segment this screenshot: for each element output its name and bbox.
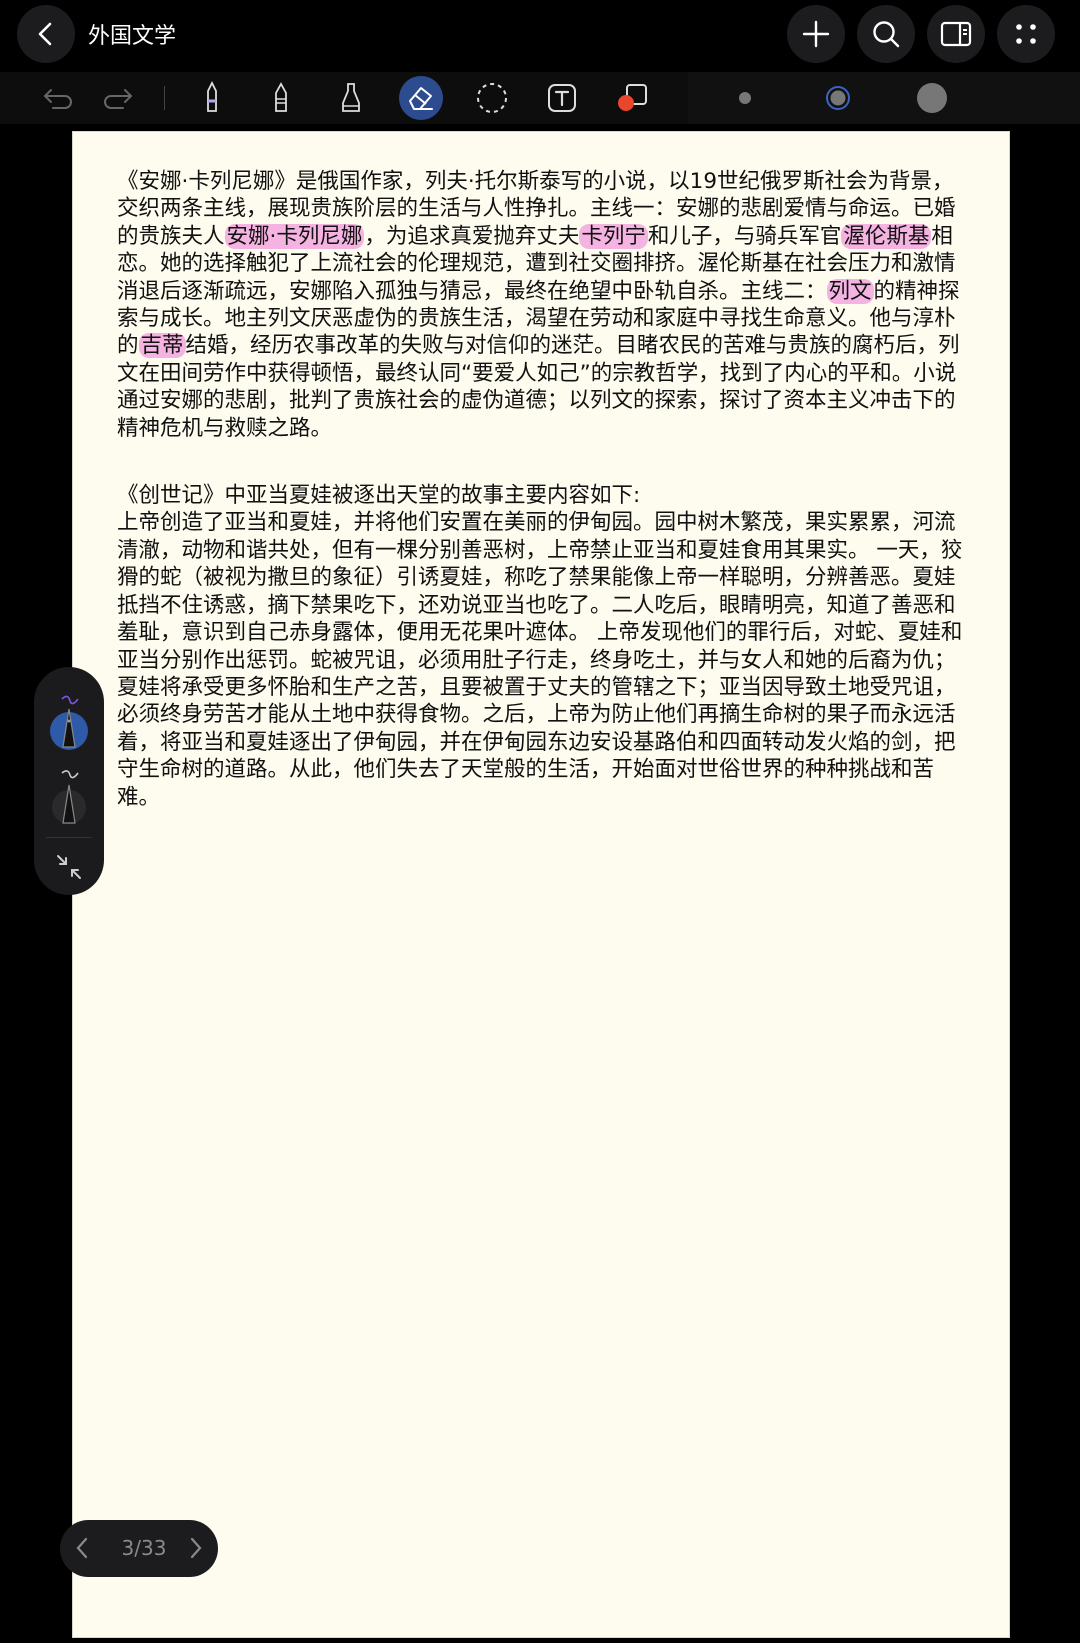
prev-page-button[interactable] (70, 1532, 94, 1564)
text-run: 结婚，经历农事改革的失败与对信仰的迷茫。目睹农民的苦难与贵族的腐朽后，列文在田间… (117, 333, 960, 441)
text-box-tool[interactable] (540, 76, 584, 120)
fountain-pen-tool[interactable] (190, 76, 234, 120)
chevron-left-icon (38, 22, 52, 46)
paragraph-anna-karenina: 《安娜·卡列尼娜》是俄国作家，列夫·托尔斯泰写的小说，以19世纪俄罗斯社会为背景… (117, 168, 969, 442)
collapse-icon (57, 855, 81, 879)
add-button[interactable] (787, 5, 845, 63)
toolbar-divider (164, 86, 165, 110)
highlight-kitty: 吉蒂 (138, 333, 186, 359)
notebook-title: 外国文学 (88, 24, 177, 49)
plus-icon (802, 20, 830, 48)
back-button[interactable] (17, 5, 75, 63)
text-box-icon (548, 84, 576, 112)
stroke-size-large[interactable] (910, 76, 954, 120)
highlight-levin: 列文 (826, 278, 874, 304)
text-run: 和儿子，与骑兵军官 (647, 223, 842, 249)
sidebar-toggle-button[interactable] (927, 5, 985, 63)
pen-quick-dock (34, 667, 104, 895)
redo-icon (104, 89, 132, 109)
text-run: ，为追求真爱抛弃丈夫 (364, 223, 580, 249)
chevron-left-icon (76, 1537, 88, 1559)
highlighter-icon (342, 83, 360, 112)
highlight-karenin: 卡列宁 (579, 223, 648, 249)
search-button[interactable] (857, 5, 915, 63)
split-view-icon (940, 21, 972, 47)
note-page[interactable]: 《安娜·卡列尼娜》是俄国作家，列夫·托尔斯泰写的小说，以19世纪俄罗斯社会为背景… (72, 131, 1010, 1638)
highlight-vronsky: 渥伦斯基 (841, 223, 932, 249)
stroke-size-medium[interactable] (816, 76, 860, 120)
highlighter-tool[interactable] (329, 76, 373, 120)
page-number: 3/33 (121, 1536, 167, 1560)
top-bar: 外国文学 (0, 0, 1080, 70)
quick-pen-1[interactable] (46, 691, 92, 751)
stroke-size-small[interactable] (723, 76, 767, 120)
pen-icon (207, 81, 217, 112)
drawing-toolbar (0, 72, 1080, 124)
undo-icon (44, 89, 72, 109)
dot-large-icon (917, 83, 947, 113)
next-page-button[interactable] (184, 1532, 208, 1564)
undo-button[interactable] (36, 76, 80, 120)
note-text: 《安娜·卡列尼娜》是俄国作家，列夫·托尔斯泰写的小说，以19世纪俄罗斯社会为背景… (117, 168, 969, 811)
search-icon (873, 21, 900, 48)
shapes-icon (618, 84, 647, 111)
dots-grid-icon (1016, 24, 1036, 44)
redo-button[interactable] (96, 76, 140, 120)
highlight-anna: 安娜·卡列尼娜 (224, 223, 365, 249)
ballpoint-icon (275, 82, 287, 112)
shapes-tool[interactable] (610, 76, 654, 120)
page-indicator: 3/33 (60, 1520, 218, 1577)
lasso-icon (477, 83, 507, 113)
dot-small-icon (739, 92, 751, 104)
ballpoint-tool[interactable] (259, 76, 303, 120)
paragraph-genesis-heading: 《创世记》中亚当夏娃被逐出天堂的故事主要内容如下: (117, 483, 641, 509)
eraser-icon (409, 87, 433, 110)
fountain-pen-icon (50, 695, 88, 750)
quick-pen-2[interactable] (46, 767, 92, 827)
dot-medium-icon (826, 86, 850, 110)
chevron-right-icon (190, 1537, 202, 1559)
lasso-tool[interactable] (470, 76, 514, 120)
dock-separator (46, 837, 92, 838)
paragraph-genesis-body: 上帝创造了亚当和夏娃，并将他们安置在美丽的伊甸园。园中树木繁茂，果实累累，河流清… (117, 510, 963, 810)
collapse-dock-button[interactable] (51, 849, 87, 885)
pencil-icon (52, 770, 86, 824)
eraser-tool[interactable] (399, 76, 443, 120)
more-button[interactable] (997, 5, 1055, 63)
